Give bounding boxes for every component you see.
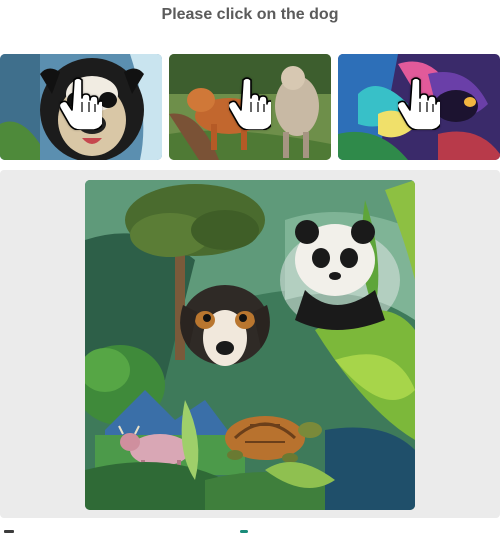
footer-accent-mark	[240, 530, 248, 533]
pointer-hand-icon	[398, 77, 440, 130]
footer-left-mark	[4, 530, 14, 533]
example-images-row	[0, 54, 500, 160]
captcha-page: Please click on the dog	[0, 0, 500, 536]
example-image-colorful-dog	[338, 54, 500, 160]
challenge-image[interactable]	[85, 180, 415, 510]
footer-bar	[0, 522, 500, 536]
pointer-hand-icon	[60, 77, 102, 130]
challenge-panel	[0, 170, 500, 518]
example-image-pug	[0, 54, 162, 160]
example-image-running-dogs	[169, 54, 331, 160]
prompt-text: Please click on the dog	[161, 6, 339, 23]
pointer-hand-icon	[229, 77, 271, 130]
